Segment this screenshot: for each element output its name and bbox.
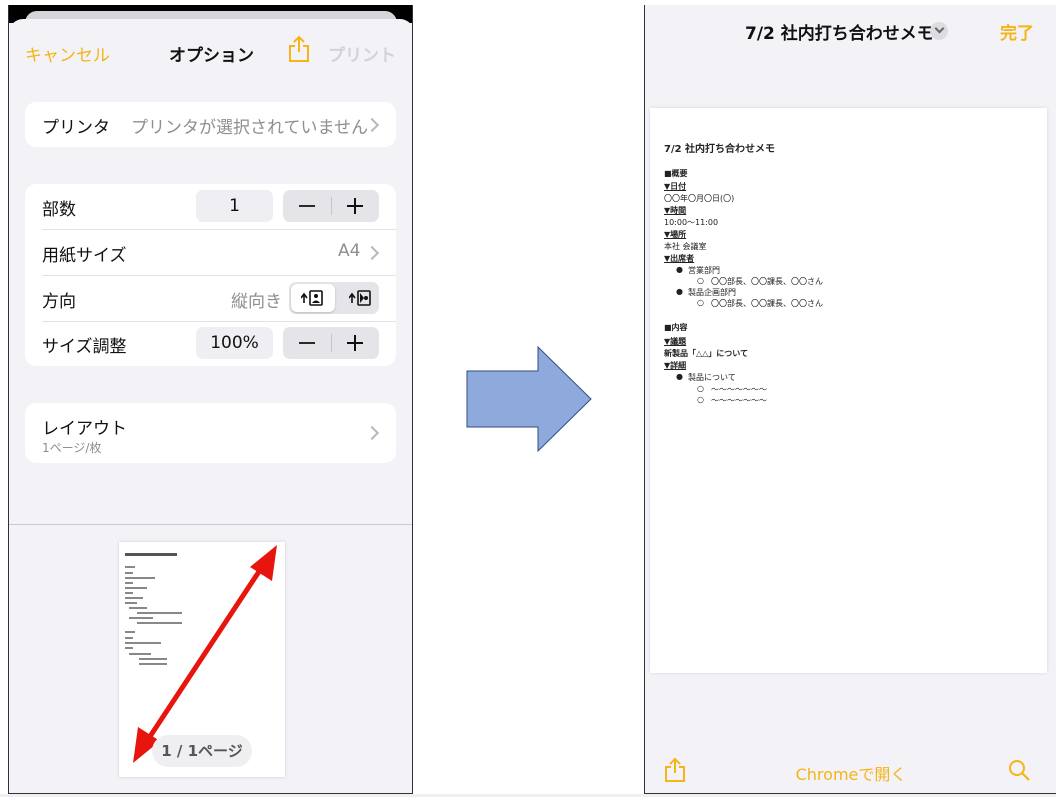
doc-line: 営業部門	[688, 266, 720, 275]
bullet-filled: ●	[676, 265, 683, 274]
document-viewer-panel: 7/2 社内打ち合わせメモ 完了 7/2 社内打ち合わせメモ ■概要 ▼日付 〇…	[644, 5, 1056, 794]
right-arrow-shape	[466, 346, 592, 452]
doc-line: ■内容	[664, 323, 688, 332]
doc-line: 製品企画部門	[688, 288, 736, 297]
document-page: 7/2 社内打ち合わせメモ ■概要 ▼日付 〇〇年〇月〇日(〇) ▼時間 10:…	[650, 108, 1047, 673]
page-indicator-pill: 1 / 1ページ	[152, 735, 252, 767]
bullet-filled: ●	[676, 372, 683, 381]
bullet-open: ○	[697, 276, 704, 285]
doc-line: ■概要	[664, 169, 688, 178]
doc-line: ▼日付	[664, 182, 687, 191]
doc-line: ▼時間	[664, 206, 687, 215]
red-double-arrow-annotation	[133, 545, 277, 763]
print-options-sheet: キャンセル オプション プリント プリンタ プリンタが選択されていません 部数 …	[9, 19, 412, 793]
open-in-chrome-button[interactable]: Chromeで開く	[645, 761, 1056, 785]
bullet-open: ○	[697, 298, 704, 307]
doc-line: 本社 会議室	[664, 242, 707, 251]
doc-line: 製品について	[688, 373, 736, 382]
print-options-panel: キャンセル オプション プリント プリンタ プリンタが選択されていません 部数 …	[8, 5, 413, 794]
chevron-down-icon	[934, 23, 945, 34]
doc-line: 〇〇部長、〇〇課長、〇〇さん	[711, 277, 823, 286]
done-button[interactable]: 完了	[1000, 19, 1034, 44]
doc-line: ▼出席者	[664, 254, 695, 263]
bullet-open: ○	[697, 395, 704, 404]
viewer-title[interactable]: 7/2 社内打ち合わせメモ	[745, 19, 934, 44]
doc-line: 10:00～11:00	[664, 218, 719, 227]
doc-line: ▼議題	[664, 337, 687, 346]
doc-line: 〇〇部長、〇〇課長、〇〇さん	[711, 299, 823, 308]
document-title: 7/2 社内打ち合わせメモ	[664, 144, 776, 155]
doc-line: ～～～～～～～	[711, 396, 767, 405]
search-icon[interactable]	[1008, 759, 1030, 781]
doc-line: ～～～～～～～	[711, 385, 767, 394]
doc-line: ▼詳細	[664, 361, 687, 370]
doc-line: 〇〇年〇月〇日(〇)	[664, 194, 735, 203]
bullet-filled: ●	[676, 287, 683, 296]
title-menu-button[interactable]	[930, 22, 948, 40]
doc-line: ▼場所	[664, 230, 687, 239]
doc-line: 新製品「△△」について	[664, 349, 749, 358]
bullet-open: ○	[697, 384, 704, 393]
